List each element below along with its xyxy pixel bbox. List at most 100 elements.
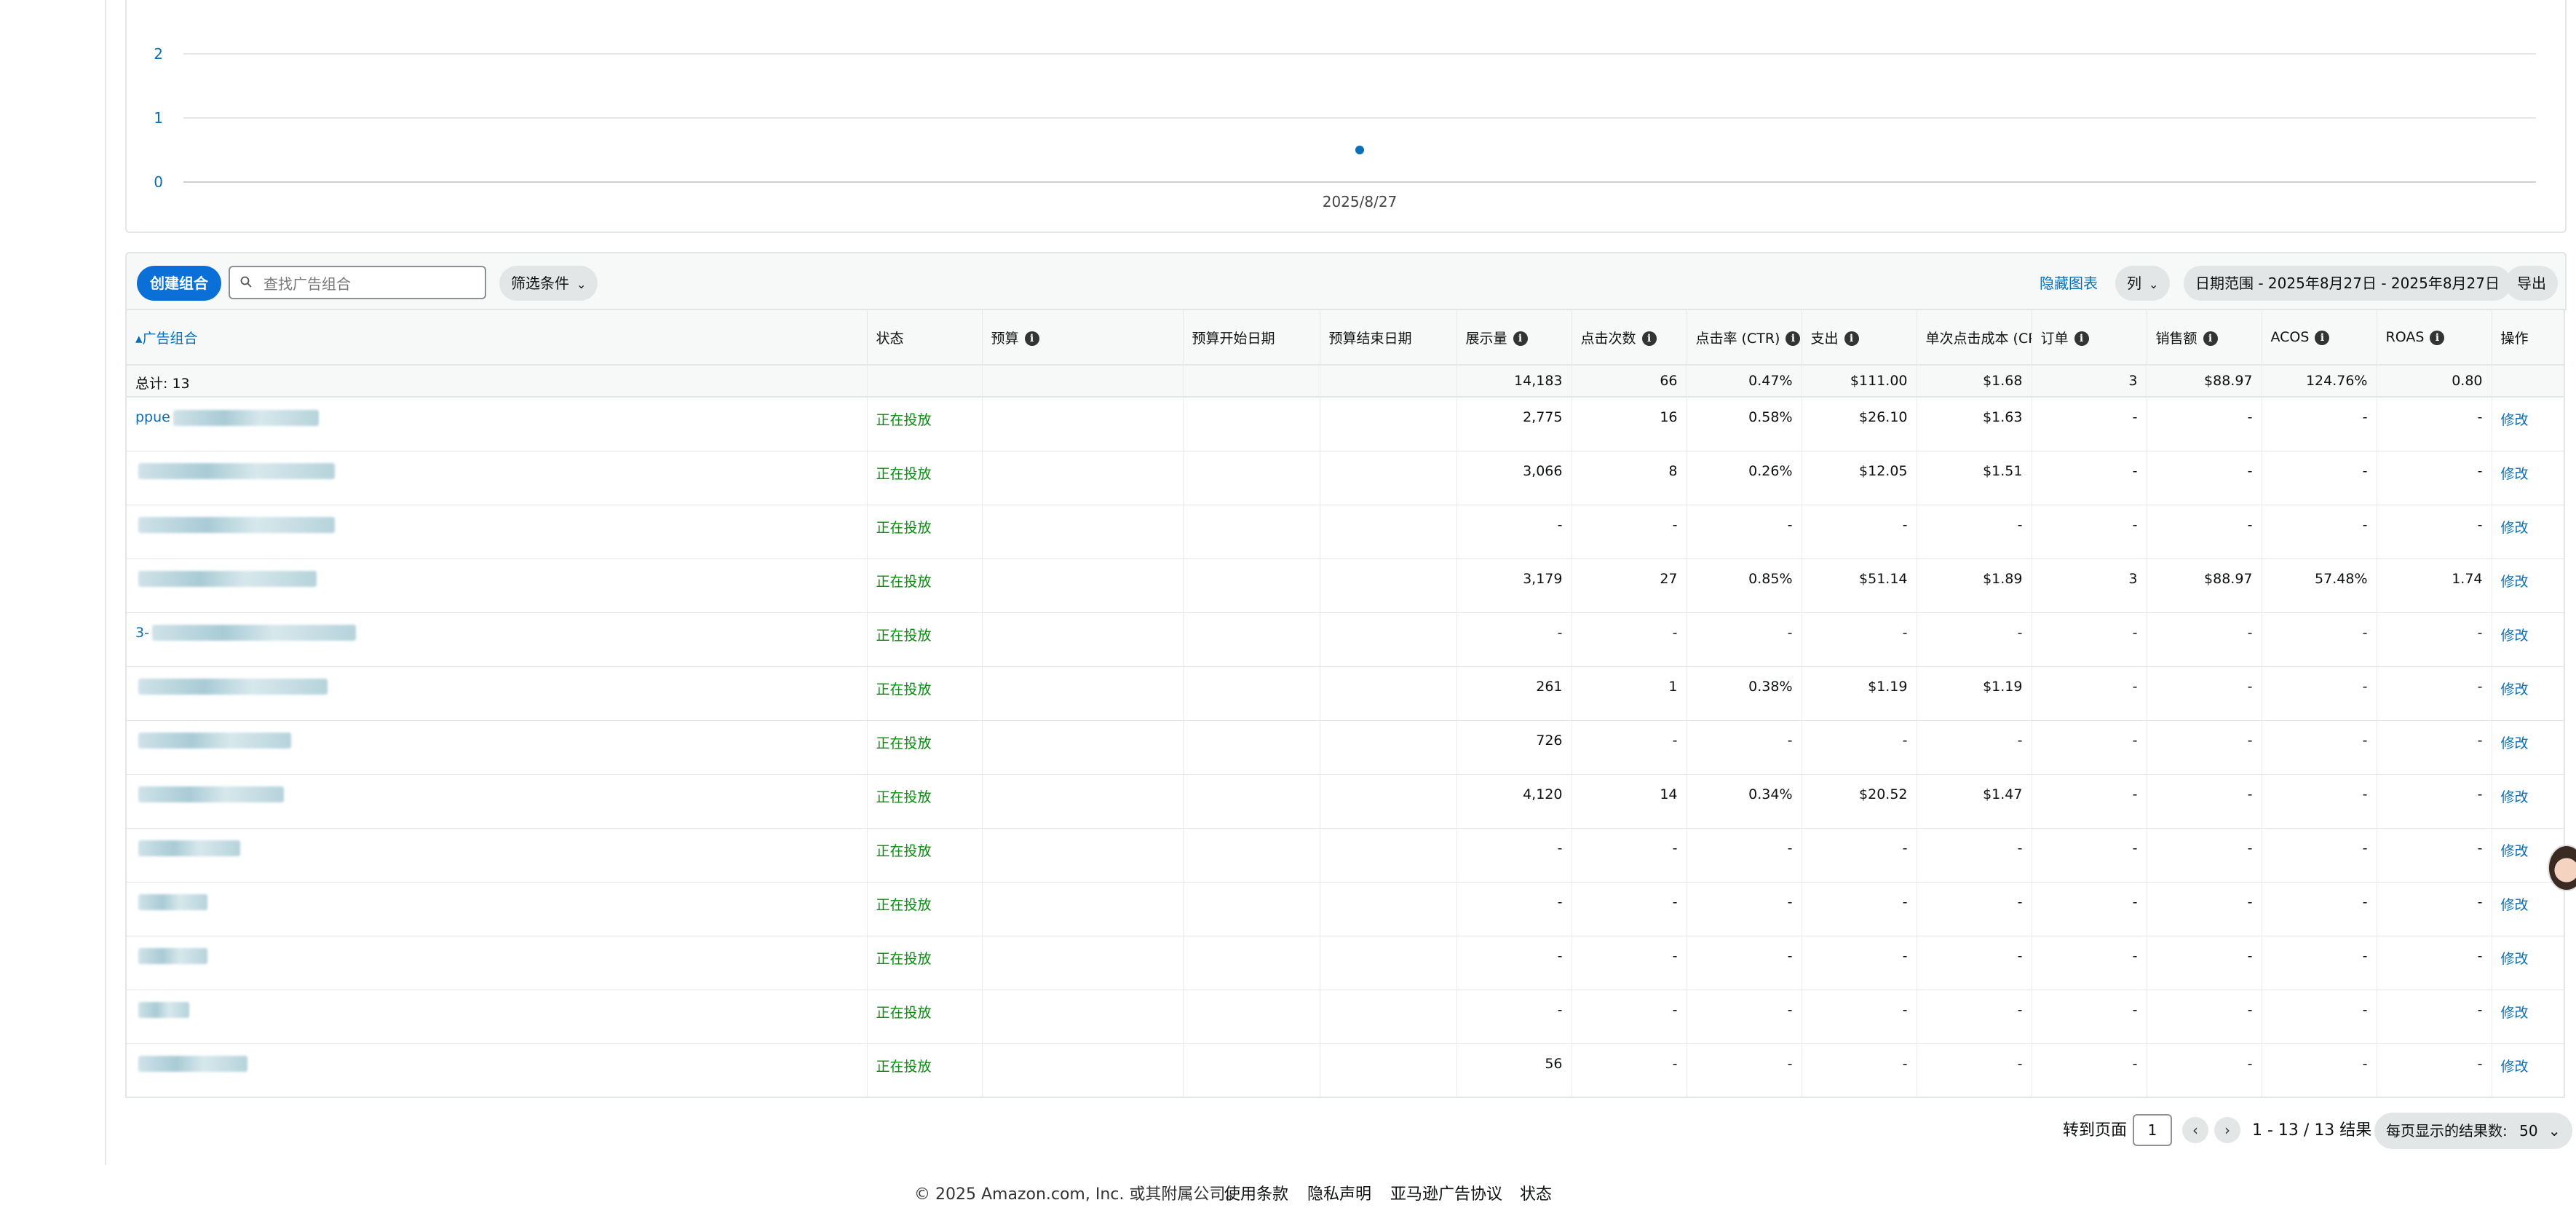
footer-link-status[interactable]: 状态 [1520,1181,1552,1207]
col-budget-start[interactable]: 预算开始日期 [1183,309,1320,366]
clicks-cell: - [1572,505,1687,559]
edit-link[interactable]: 修改 [2492,1043,2565,1098]
info-icon[interactable]: i [2203,331,2218,346]
portfolio-name-text[interactable]: 3- [135,625,149,641]
budget-cell[interactable] [982,936,1184,990]
col-impressions[interactable]: 展示量 i [1457,309,1572,366]
portfolio-name[interactable] [126,558,868,613]
portfolio-name[interactable] [126,505,868,559]
portfolio-name[interactable] [126,666,868,721]
budget-end-cell [1320,612,1457,667]
col-budget-end[interactable]: 预算结束日期 [1320,309,1457,366]
portfolio-name[interactable] [126,1043,868,1098]
create-portfolio-button[interactable]: 创建组合 [137,266,221,301]
roas-cell: 1.74 [2377,558,2492,613]
prev-page-button[interactable]: ‹ [2182,1117,2208,1143]
info-icon[interactable]: i [1786,331,1801,346]
cpc-cell: $1.89 [1917,558,2032,613]
per-page-select[interactable]: 每页显示的结果数: 50 ⌄ [2374,1113,2572,1149]
budget-cell[interactable] [982,1043,1184,1098]
impressions-cell: 261 [1457,666,1572,721]
ctr-cell: - [1687,612,1802,667]
date-range-button[interactable]: 日期范围 - 2025年8月27日 - 2025年8月27日 [2184,266,2512,301]
edit-link[interactable]: 修改 [2492,936,2565,990]
col-orders[interactable]: 订单 i [2032,309,2147,366]
info-icon[interactable]: i [1024,331,1039,346]
info-icon[interactable]: i [1513,331,1528,346]
hide-chart-link[interactable]: 隐藏图表 [2040,266,2098,301]
portfolio-name[interactable]: 3- [126,612,868,667]
edit-link[interactable]: 修改 [2492,451,2565,505]
budget-cell[interactable] [982,505,1184,559]
portfolio-name[interactable]: ppue [126,397,868,451]
next-page-button[interactable]: › [2214,1117,2240,1143]
spend-cell: - [1802,720,1917,775]
edit-link[interactable]: 修改 [2492,990,2565,1044]
budget-cell[interactable] [982,558,1184,613]
info-icon[interactable]: i [2074,331,2089,346]
redacted-name [138,679,328,695]
footer-link-ad-agreement[interactable]: 亚马逊广告协议 [1390,1181,1502,1207]
impressions-cell: - [1457,936,1572,990]
col-sales[interactable]: 销售额 i [2147,309,2262,366]
budget-cell[interactable] [982,828,1184,883]
clicks-cell: - [1572,612,1687,667]
edit-link[interactable]: 修改 [2492,882,2565,936]
edit-link[interactable]: 修改 [2492,558,2565,613]
edit-link[interactable]: 修改 [2492,612,2565,667]
orders-cell: - [2032,774,2147,829]
budget-cell[interactable] [982,666,1184,721]
budget-cell[interactable] [982,451,1184,505]
footer-link-terms[interactable]: 使用条款 [1224,1181,1288,1207]
data-point[interactable] [1355,146,1364,154]
acos-cell: - [2262,397,2377,451]
portfolio-name[interactable] [126,882,868,936]
edit-link[interactable]: 修改 [2492,774,2565,829]
budget-cell[interactable] [982,882,1184,936]
columns-dropdown[interactable]: 列 ⌄ [2115,266,2171,301]
search-box[interactable] [229,266,486,299]
redacted-name [138,571,317,587]
budget-start-cell [1183,1043,1320,1098]
portfolio-name[interactable] [126,774,868,829]
sales-cell: - [2147,990,2262,1044]
budget-cell[interactable] [982,397,1184,451]
portfolio-name-text[interactable]: ppue [135,409,170,425]
edit-link[interactable]: 修改 [2492,666,2565,721]
total-orders: 3 [2032,365,2147,398]
col-budget[interactable]: 预算 i [982,309,1184,366]
budget-cell[interactable] [982,612,1184,667]
portfolio-name[interactable] [126,828,868,883]
info-icon[interactable]: i [2315,330,2330,345]
col-acos[interactable]: ACOS i [2262,309,2377,366]
budget-end-cell [1320,451,1457,505]
info-icon[interactable]: i [1844,331,1859,346]
edit-link[interactable]: 修改 [2492,720,2565,775]
export-button[interactable]: 导出 [2505,266,2558,301]
budget-cell[interactable] [982,774,1184,829]
edit-link[interactable]: 修改 [2492,397,2565,451]
page-number-input[interactable]: 1 [2133,1114,2172,1146]
search-input[interactable] [262,273,480,295]
col-clicks[interactable]: 点击次数 i [1572,309,1687,366]
edit-link[interactable]: 修改 [2492,505,2565,559]
portfolio-name[interactable] [126,720,868,775]
portfolio-name[interactable] [126,990,868,1044]
portfolio-name[interactable] [126,936,868,990]
col-cpc[interactable]: 单次点击成本 (CPC) [1917,309,2032,366]
filter-dropdown[interactable]: 筛选条件 ⌄ [499,266,598,301]
spend-cell: $20.52 [1802,774,1917,829]
budget-cell[interactable] [982,720,1184,775]
budget-cell[interactable] [982,990,1184,1044]
info-icon[interactable]: i [1641,331,1657,346]
info-icon[interactable]: i [2430,330,2445,345]
impressions-cell: 3,179 [1457,558,1572,613]
col-ctr[interactable]: 点击率 (CTR) i [1687,309,1802,366]
redacted-name [151,625,356,641]
col-roas[interactable]: ROAS i [2377,309,2492,366]
col-status[interactable]: 状态 [867,309,983,366]
footer-link-privacy[interactable]: 隐私声明 [1307,1181,1371,1207]
col-portfolio[interactable]: ▴广告组合 [126,309,868,366]
portfolio-name[interactable] [126,451,868,505]
col-spend[interactable]: 支出 i [1802,309,1917,366]
